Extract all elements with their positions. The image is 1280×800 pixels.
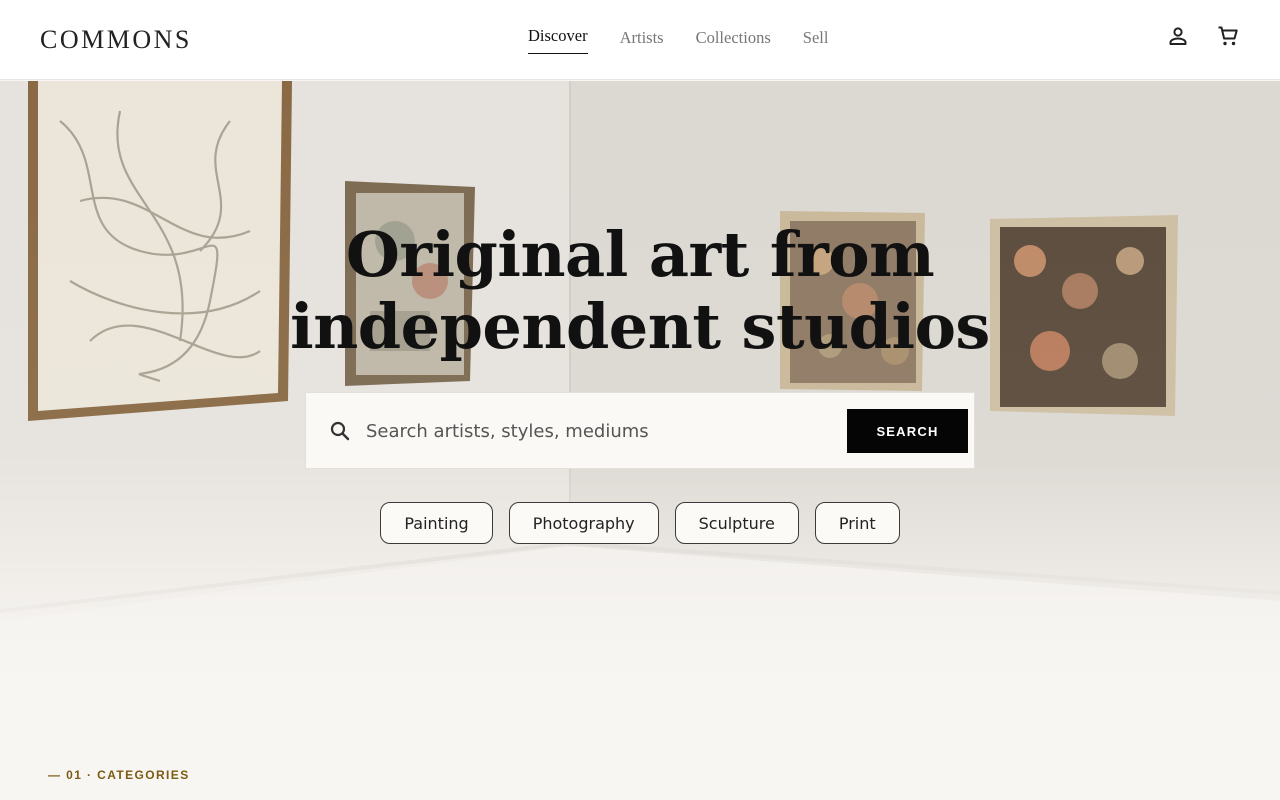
- account-icon[interactable]: [1166, 24, 1190, 48]
- nav-collections[interactable]: Collections: [696, 28, 771, 54]
- site-header: COMMONS Discover Artists Collections Sel…: [0, 0, 1280, 80]
- search-bar: SEARCH: [305, 392, 975, 469]
- chip-print[interactable]: Print: [814, 502, 900, 544]
- chip-sculpture[interactable]: Sculpture: [674, 502, 799, 544]
- section-label-categories: — 01 · CATEGORIES: [48, 768, 190, 782]
- nav-discover[interactable]: Discover: [528, 26, 588, 54]
- search-input[interactable]: [366, 413, 836, 449]
- category-chips: Painting Photography Sculpture Print: [0, 502, 1280, 544]
- hero-overlay: [0, 81, 1280, 701]
- search-icon: [330, 421, 350, 441]
- nav-artists[interactable]: Artists: [620, 28, 664, 54]
- hero: Original art from independent studios SE…: [0, 81, 1280, 701]
- search-button[interactable]: SEARCH: [847, 409, 968, 453]
- logo[interactable]: COMMONS: [40, 25, 192, 55]
- hero-title-line-2: independent studios: [290, 290, 990, 363]
- hero-title-line-1: Original art from: [345, 218, 935, 291]
- chip-photography[interactable]: Photography: [508, 502, 659, 544]
- nav-sell[interactable]: Sell: [803, 28, 829, 54]
- chip-painting[interactable]: Painting: [380, 502, 493, 544]
- header-actions: [1166, 24, 1240, 48]
- main-nav: Discover Artists Collections Sell: [528, 26, 829, 54]
- cart-icon[interactable]: [1216, 24, 1240, 48]
- hero-title: Original art from independent studios: [0, 219, 1280, 363]
